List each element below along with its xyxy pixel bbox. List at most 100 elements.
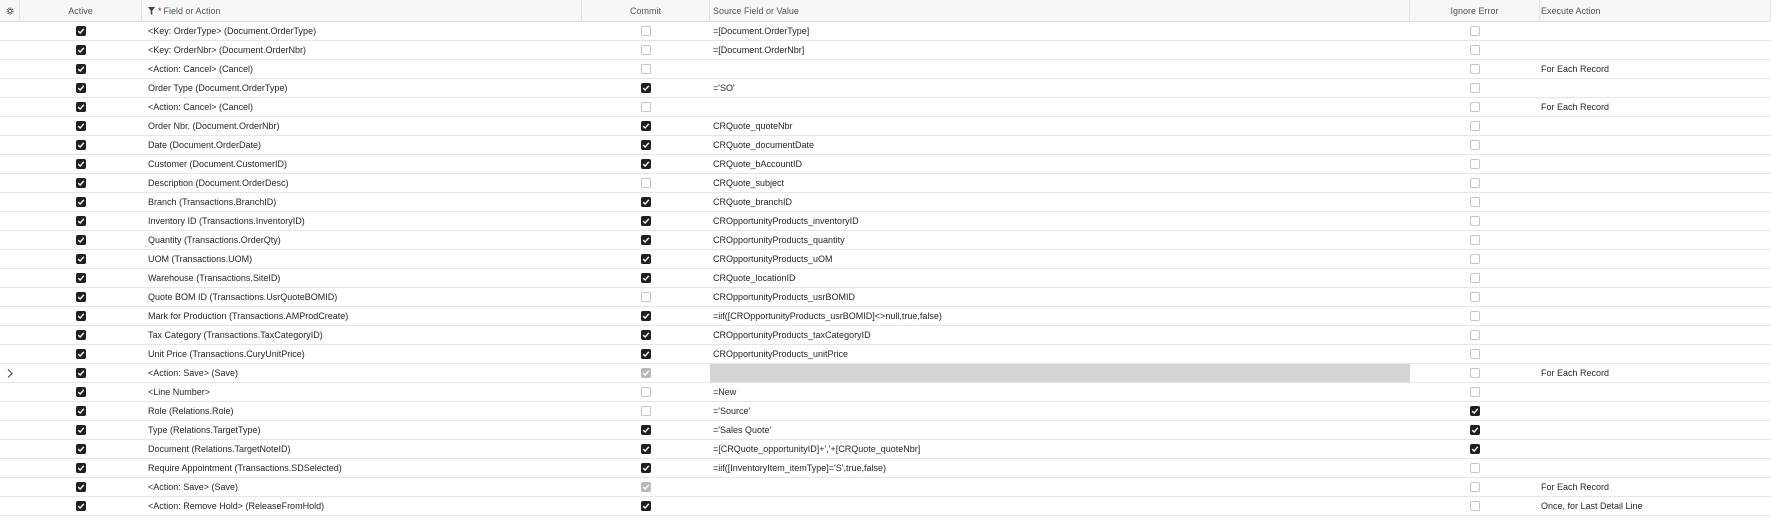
- row-selector[interactable]: [0, 440, 20, 458]
- execute-action-cell[interactable]: [1540, 250, 1771, 268]
- active-checkbox[interactable]: [76, 444, 86, 454]
- execute-action-cell[interactable]: Once, for Last Detail Line: [1540, 497, 1771, 515]
- field-or-action-cell[interactable]: Document (Relations.TargetNoteID): [142, 440, 582, 458]
- table-row[interactable]: <Action: Cancel> (Cancel) For Each Record: [0, 60, 1771, 79]
- column-header-field[interactable]: * Field or Action: [142, 0, 582, 21]
- row-selector[interactable]: [0, 60, 20, 78]
- execute-action-cell[interactable]: [1540, 345, 1771, 363]
- source-field-cell[interactable]: =iif([InventoryItem_itemType]='S',true,f…: [710, 459, 1410, 477]
- field-or-action-cell[interactable]: UOM (Transactions.UOM): [142, 250, 582, 268]
- row-selector[interactable]: [0, 497, 20, 515]
- table-row[interactable]: Mark for Production (Transactions.AMProd…: [0, 307, 1771, 326]
- field-or-action-cell[interactable]: <Action: Save> (Save): [142, 478, 582, 496]
- execute-action-cell[interactable]: [1540, 421, 1771, 439]
- row-selector[interactable]: [0, 22, 20, 40]
- row-selector[interactable]: [0, 117, 20, 135]
- ignore-error-checkbox[interactable]: [1470, 178, 1480, 188]
- ignore-error-checkbox[interactable]: [1470, 121, 1480, 131]
- commit-checkbox[interactable]: [641, 273, 651, 283]
- field-or-action-cell[interactable]: Tax Category (Transactions.TaxCategoryID…: [142, 326, 582, 344]
- field-or-action-cell[interactable]: Unit Price (Transactions.CuryUnitPrice): [142, 345, 582, 363]
- execute-action-cell[interactable]: [1540, 174, 1771, 192]
- table-row[interactable]: Order Nbr. (Document.OrderNbr) CRQuote_qu…: [0, 117, 1771, 136]
- execute-action-cell[interactable]: For Each Record: [1540, 478, 1771, 496]
- ignore-error-checkbox[interactable]: [1470, 216, 1480, 226]
- row-selector[interactable]: [0, 250, 20, 268]
- execute-action-cell[interactable]: For Each Record: [1540, 98, 1771, 116]
- field-or-action-cell[interactable]: <Key: OrderNbr> (Document.OrderNbr): [142, 41, 582, 59]
- execute-action-cell[interactable]: [1540, 440, 1771, 458]
- commit-checkbox[interactable]: [641, 330, 651, 340]
- commit-checkbox[interactable]: [641, 463, 651, 473]
- row-selector[interactable]: [0, 155, 20, 173]
- execute-action-cell[interactable]: [1540, 269, 1771, 287]
- row-selector[interactable]: [0, 174, 20, 192]
- ignore-error-checkbox[interactable]: [1470, 292, 1480, 302]
- row-selector[interactable]: [0, 459, 20, 477]
- commit-checkbox[interactable]: [641, 292, 651, 302]
- execute-action-cell[interactable]: [1540, 459, 1771, 477]
- source-field-cell[interactable]: =[CRQuote_opportunityID]+','+[CRQuote_qu…: [710, 440, 1410, 458]
- source-field-cell[interactable]: [710, 478, 1410, 496]
- commit-checkbox[interactable]: [641, 26, 651, 36]
- column-header-commit[interactable]: Commit: [582, 0, 710, 21]
- execute-action-cell[interactable]: [1540, 136, 1771, 154]
- ignore-error-checkbox[interactable]: [1470, 140, 1480, 150]
- ignore-error-checkbox[interactable]: [1470, 64, 1480, 74]
- source-field-cell[interactable]: [710, 60, 1410, 78]
- execute-action-cell[interactable]: [1540, 155, 1771, 173]
- field-or-action-cell[interactable]: <Action: Cancel> (Cancel): [142, 60, 582, 78]
- commit-checkbox[interactable]: [641, 83, 651, 93]
- source-field-cell[interactable]: CROpportunityProducts_taxCategoryID: [710, 326, 1410, 344]
- execute-action-cell[interactable]: [1540, 307, 1771, 325]
- commit-checkbox[interactable]: [641, 178, 651, 188]
- row-selector[interactable]: [0, 136, 20, 154]
- field-or-action-cell[interactable]: <Line Number>: [142, 383, 582, 401]
- ignore-error-checkbox[interactable]: [1470, 463, 1480, 473]
- row-selector[interactable]: [0, 326, 20, 344]
- table-row[interactable]: Branch (Transactions.BranchID) CRQuote_br…: [0, 193, 1771, 212]
- field-or-action-cell[interactable]: <Key: OrderType> (Document.OrderType): [142, 22, 582, 40]
- source-field-cell[interactable]: CRQuote_branchID: [710, 193, 1410, 211]
- source-field-cell[interactable]: =iif([CROpportunityProducts_usrBOMID]<>n…: [710, 307, 1410, 325]
- execute-action-cell[interactable]: [1540, 79, 1771, 97]
- field-or-action-cell[interactable]: Order Type (Document.OrderType): [142, 79, 582, 97]
- active-checkbox[interactable]: [76, 83, 86, 93]
- commit-checkbox[interactable]: [641, 387, 651, 397]
- active-checkbox[interactable]: [76, 235, 86, 245]
- table-row[interactable]: <Action: Save> (Save) For Each Record: [0, 364, 1771, 383]
- filter-icon[interactable]: [148, 6, 155, 15]
- table-row[interactable]: Quote BOM ID (Transactions.UsrQuoteBOMID…: [0, 288, 1771, 307]
- ignore-error-checkbox[interactable]: [1470, 482, 1480, 492]
- field-or-action-cell[interactable]: Mark for Production (Transactions.AMProd…: [142, 307, 582, 325]
- source-field-cell[interactable]: CRQuote_documentDate: [710, 136, 1410, 154]
- field-or-action-cell[interactable]: Quantity (Transactions.OrderQty): [142, 231, 582, 249]
- ignore-error-checkbox[interactable]: [1470, 273, 1480, 283]
- commit-checkbox[interactable]: [641, 64, 651, 74]
- ignore-error-checkbox[interactable]: [1470, 406, 1480, 416]
- table-row[interactable]: <Key: OrderType> (Document.OrderType) =[D…: [0, 22, 1771, 41]
- commit-checkbox[interactable]: [641, 235, 651, 245]
- commit-checkbox[interactable]: [641, 140, 651, 150]
- active-checkbox[interactable]: [76, 501, 86, 511]
- commit-checkbox[interactable]: [641, 482, 651, 492]
- row-selector[interactable]: [0, 231, 20, 249]
- ignore-error-checkbox[interactable]: [1470, 254, 1480, 264]
- execute-action-cell[interactable]: For Each Record: [1540, 60, 1771, 78]
- active-checkbox[interactable]: [76, 330, 86, 340]
- field-or-action-cell[interactable]: Quote BOM ID (Transactions.UsrQuoteBOMID…: [142, 288, 582, 306]
- ignore-error-checkbox[interactable]: [1470, 368, 1480, 378]
- field-or-action-cell[interactable]: Type (Relations.TargetType): [142, 421, 582, 439]
- active-checkbox[interactable]: [76, 292, 86, 302]
- ignore-error-checkbox[interactable]: [1470, 444, 1480, 454]
- commit-checkbox[interactable]: [641, 45, 651, 55]
- table-row[interactable]: Warehouse (Transactions.SiteID) CRQuote_l…: [0, 269, 1771, 288]
- field-or-action-cell[interactable]: Role (Relations.Role): [142, 402, 582, 420]
- commit-checkbox[interactable]: [641, 121, 651, 131]
- field-or-action-cell[interactable]: <Action: Save> (Save): [142, 364, 582, 382]
- field-or-action-cell[interactable]: <Action: Remove Hold> (ReleaseFromHold): [142, 497, 582, 515]
- commit-checkbox[interactable]: [641, 444, 651, 454]
- field-or-action-cell[interactable]: Warehouse (Transactions.SiteID): [142, 269, 582, 287]
- source-field-cell[interactable]: CROpportunityProducts_quantity: [710, 231, 1410, 249]
- active-checkbox[interactable]: [76, 159, 86, 169]
